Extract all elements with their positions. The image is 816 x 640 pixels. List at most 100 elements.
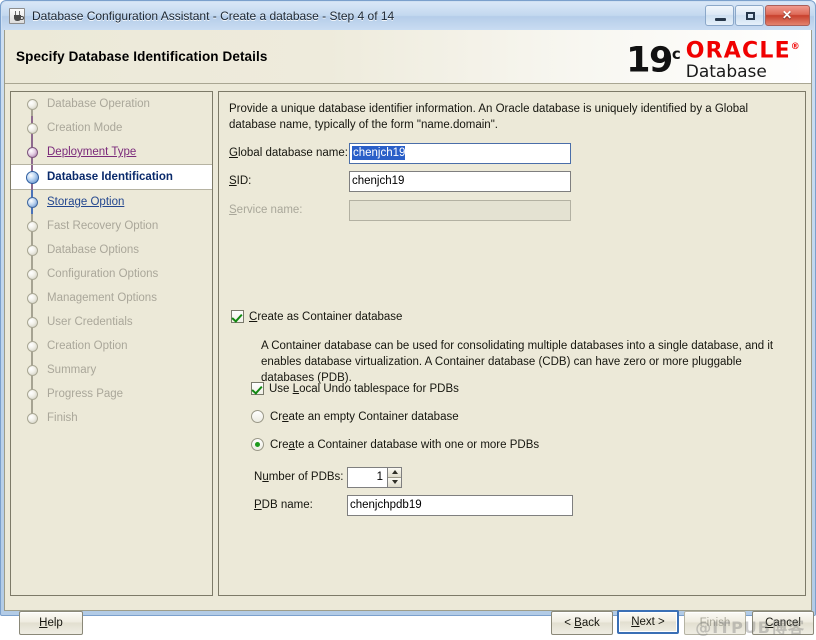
- global-db-name-label: Global database name:: [229, 147, 349, 159]
- step-dot-icon: [27, 317, 38, 328]
- sidebar-item-database-operation: Database Operation: [11, 92, 212, 116]
- pdb-name-input[interactable]: chenjchpdb19: [347, 495, 573, 516]
- pdb-name-label: PDB name:: [254, 499, 347, 511]
- title-bar: Database Configuration Assistant - Creat…: [2, 2, 814, 30]
- client-area: Specify Database Identification Details …: [4, 30, 812, 611]
- sidebar-item-finish: Finish: [11, 406, 212, 430]
- close-button[interactable]: ✕: [765, 5, 810, 26]
- page-banner: Specify Database Identification Details …: [5, 30, 811, 84]
- number-of-pdbs-row: Number of PDBs: 1: [254, 466, 806, 488]
- sidebar-item-label: Configuration Options: [47, 268, 158, 280]
- sidebar-item-database-options: Database Options: [11, 238, 212, 262]
- service-name-input: [349, 200, 571, 221]
- maximize-button[interactable]: [735, 5, 764, 26]
- step-dot-icon: [27, 293, 38, 304]
- sidebar-item-label: Fast Recovery Option: [47, 220, 158, 232]
- empty-container-label: Create an empty Container database: [270, 411, 459, 423]
- sidebar-item-creation-mode: Creation Mode: [11, 116, 212, 140]
- use-local-undo-label: Use Local Undo tablespace for PDBs: [269, 383, 459, 395]
- global-db-name-value: chenjch19: [352, 146, 405, 160]
- cancel-button[interactable]: Cancel: [752, 611, 814, 635]
- help-button[interactable]: Help: [19, 611, 83, 635]
- sidebar-item-configuration-options: Configuration Options: [11, 262, 212, 286]
- logo-version: 19c: [626, 34, 681, 81]
- empty-container-radio[interactable]: Create an empty Container database: [251, 410, 459, 423]
- finish-button: Finish: [684, 611, 746, 635]
- sidebar-item-label: Database Operation: [47, 98, 150, 110]
- use-local-undo-checkbox[interactable]: Use Local Undo tablespace for PDBs: [251, 382, 459, 395]
- number-of-pdbs-stepper[interactable]: 1: [347, 467, 402, 488]
- service-name-row: Service name:: [229, 199, 789, 221]
- sidebar-item-summary: Summary: [11, 358, 212, 382]
- sidebar-item-management-options: Management Options: [11, 286, 212, 310]
- sidebar-item-label: Progress Page: [47, 388, 123, 400]
- radio-icon: [251, 438, 264, 451]
- sidebar-item-label: Management Options: [47, 292, 157, 304]
- back-button[interactable]: < Back: [551, 611, 613, 635]
- sidebar-item-deployment-type[interactable]: Deployment Type: [11, 140, 212, 164]
- number-of-pdbs-label: Number of PDBs:: [254, 471, 347, 483]
- container-with-pdbs-label: Create a Container database with one or …: [270, 439, 539, 451]
- logo-brand: ORACLE®: [686, 36, 801, 62]
- intro-text: Provide a unique database identifier inf…: [229, 101, 787, 133]
- pdb-name-value: chenjchpdb19: [350, 499, 422, 511]
- page-title: Specify Database Identification Details: [16, 49, 267, 64]
- sidebar-item-progress-page: Progress Page: [11, 382, 212, 406]
- sid-row: SID: chenjch19: [229, 170, 789, 192]
- sidebar-item-user-credentials: User Credentials: [11, 310, 212, 334]
- service-name-label: Service name:: [229, 204, 349, 216]
- sidebar-item-label: Database Identification: [47, 171, 173, 183]
- application-window: Database Configuration Assistant - Creat…: [0, 0, 816, 616]
- pdb-name-row: PDB name: chenjchpdb19: [254, 494, 806, 516]
- wizard-step-navigation: Database Operation Creation Mode Deploymen…: [10, 91, 213, 596]
- window-title: Database Configuration Assistant - Creat…: [32, 9, 394, 23]
- sidebar-item-label: Finish: [47, 412, 78, 424]
- sid-input[interactable]: chenjch19: [349, 171, 571, 192]
- sidebar-item-label: Storage Option: [47, 196, 124, 208]
- oracle-database-logo: 19c ORACLE® Database: [626, 34, 801, 82]
- sidebar-item-creation-option: Creation Option: [11, 334, 212, 358]
- sidebar-item-label: Deployment Type: [47, 146, 136, 158]
- step-dot-icon: [27, 221, 38, 232]
- create-as-container-checkbox[interactable]: Create as Container database: [231, 310, 402, 323]
- sidebar-item-label: Creation Option: [47, 340, 128, 352]
- container-description: A Container database can be used for con…: [261, 338, 789, 386]
- checkbox-icon: [231, 310, 244, 323]
- stepper-up-icon[interactable]: [388, 468, 401, 478]
- create-as-container-label: Create as Container database: [249, 311, 402, 323]
- sidebar-item-storage-option[interactable]: Storage Option: [11, 190, 212, 214]
- container-with-pdbs-radio[interactable]: Create a Container database with one or …: [251, 438, 539, 451]
- sid-value: chenjch19: [352, 175, 404, 187]
- radio-icon: [251, 410, 264, 423]
- logo-product: Database: [686, 63, 801, 82]
- step-dot-icon: [27, 123, 38, 134]
- number-of-pdbs-value[interactable]: 1: [347, 467, 387, 488]
- step-dot-icon: [27, 197, 38, 208]
- step-dot-icon: [27, 413, 38, 424]
- step-dot-icon: [27, 245, 38, 256]
- step-dot-icon: [27, 147, 38, 158]
- step-dot-icon: [27, 389, 38, 400]
- stepper-down-icon[interactable]: [388, 478, 401, 487]
- sidebar-item-label: User Credentials: [47, 316, 133, 328]
- sidebar-item-label: Summary: [47, 364, 96, 376]
- next-button[interactable]: Next >: [617, 610, 679, 634]
- window-controls: ✕: [705, 5, 810, 26]
- java-coffee-cup-icon: [9, 8, 25, 24]
- sidebar-item-database-identification: Database Identification: [11, 164, 212, 190]
- step-dot-icon: [27, 341, 38, 352]
- global-db-name-input[interactable]: chenjch19: [349, 143, 571, 164]
- sidebar-item-label: Database Options: [47, 244, 139, 256]
- step-dot-icon: [27, 269, 38, 280]
- step-dot-icon: [27, 365, 38, 376]
- step-dot-icon: [27, 99, 38, 110]
- close-icon: ✕: [781, 9, 794, 22]
- sidebar-item-label: Creation Mode: [47, 122, 122, 134]
- global-db-name-row: Global database name: chenjch19: [229, 142, 789, 164]
- sidebar-item-fast-recovery-option: Fast Recovery Option: [11, 214, 212, 238]
- checkbox-icon: [251, 382, 264, 395]
- minimize-button[interactable]: [705, 5, 734, 26]
- content-panel: Provide a unique database identifier inf…: [218, 91, 806, 596]
- step-dot-icon: [26, 171, 39, 184]
- sid-label: SID:: [229, 175, 349, 187]
